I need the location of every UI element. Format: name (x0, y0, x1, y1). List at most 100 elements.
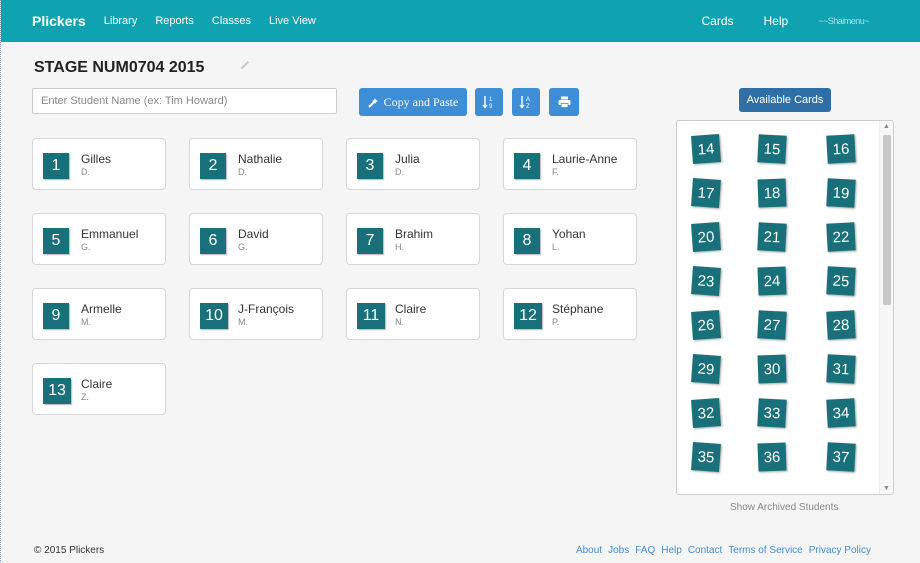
footer-link-jobs[interactable]: Jobs (608, 545, 629, 556)
student-last-initial: G. (238, 242, 248, 252)
available-card-tile[interactable]: 35 (691, 442, 721, 472)
student-first-name: Brahim (395, 227, 434, 241)
card-number-badge: 6 (200, 228, 226, 254)
student-first-name: J-François (238, 302, 295, 316)
student-card[interactable]: 9 Armelle M. (32, 288, 166, 340)
available-card-tile[interactable]: 37 (826, 442, 856, 472)
student-card[interactable]: 1 Gilles D. (32, 138, 166, 190)
available-card-tile[interactable]: 32 (691, 398, 721, 428)
available-card-tile[interactable]: 30 (757, 354, 787, 384)
student-first-name: Claire (395, 302, 427, 316)
sort-alpha-button[interactable]: A Z (512, 88, 540, 116)
available-card-tile[interactable]: 25 (826, 266, 856, 296)
student-first-name: Gilles (81, 152, 112, 166)
student-last-initial: Z. (81, 392, 89, 402)
nav-live-view[interactable]: Live View (269, 15, 316, 27)
available-card-tile[interactable]: 29 (691, 354, 721, 384)
footer-link-terms[interactable]: Terms of Service (728, 545, 802, 556)
student-last-initial: D. (81, 167, 90, 177)
card-number-badge: 12 (514, 303, 542, 329)
student-last-initial: D. (238, 167, 247, 177)
student-first-name: Emmanuel (81, 227, 139, 241)
card-number-badge: 5 (43, 228, 69, 254)
footer-link-privacy[interactable]: Privacy Policy (809, 545, 871, 556)
card-number-badge: 9 (43, 303, 69, 329)
card-number-badge: 10 (200, 303, 228, 329)
card-number-badge: 3 (357, 153, 383, 179)
student-first-name: Laurie-Anne (552, 152, 618, 166)
copy-paste-label: Copy and Paste (383, 94, 459, 109)
available-card-tile[interactable]: 15 (757, 134, 787, 164)
available-card-tile[interactable]: 28 (826, 310, 856, 340)
available-card-tile[interactable]: 24 (757, 266, 787, 296)
scroll-thumb[interactable] (883, 135, 891, 305)
available-card-tile[interactable]: 33 (757, 398, 787, 428)
footer-link-about[interactable]: About (576, 545, 602, 556)
student-card[interactable]: 10 J-François M. (189, 288, 323, 340)
student-first-name: Yohan (552, 227, 586, 241)
available-cards-button[interactable]: Available Cards (739, 88, 831, 112)
student-first-name: Nathalie (238, 152, 283, 166)
student-name-input[interactable] (32, 88, 337, 114)
nav-library[interactable]: Library (104, 15, 138, 27)
available-card-tile[interactable]: 23 (691, 266, 721, 296)
brand-logo[interactable]: Plickers (32, 13, 86, 29)
footer-link-faq[interactable]: FAQ (635, 545, 655, 556)
student-last-initial: P. (552, 317, 560, 327)
card-number-badge: 13 (43, 378, 71, 404)
student-card[interactable]: 8 Yohan L. (503, 213, 637, 265)
student-first-name: Stéphane (552, 302, 604, 316)
student-first-name: Julia (395, 152, 420, 166)
top-navbar: Plickers Library Reports Classes Live Vi… (1, 0, 920, 42)
available-card-tile[interactable]: 34 (826, 398, 856, 428)
student-last-initial: G. (81, 242, 91, 252)
available-card-tile[interactable]: 16 (826, 134, 856, 164)
available-card-tile[interactable]: 20 (691, 222, 721, 252)
footer-link-contact[interactable]: Contact (688, 545, 722, 556)
available-card-tile[interactable]: 22 (826, 222, 856, 252)
student-card[interactable]: 13 Claire Z. (32, 363, 166, 415)
student-card[interactable]: 7 Brahim H. (346, 213, 480, 265)
student-card[interactable]: 5 Emmanuel G. (32, 213, 166, 265)
available-cards-panel: 14 15 16 17 18 19 20 21 22 23 24 25 26 27 28 29 30 31 32 33… (676, 120, 894, 495)
user-menu[interactable]: ~~Shaimenu~ (818, 16, 869, 26)
card-number-badge: 11 (357, 303, 385, 329)
student-card[interactable]: 11 Claire N. (346, 288, 480, 340)
student-last-initial: H. (395, 242, 404, 252)
panel-scrollbar[interactable]: ▲ ▼ (879, 121, 893, 494)
scroll-up-icon[interactable]: ▲ (883, 123, 890, 130)
available-card-tile[interactable]: 18 (757, 178, 787, 208)
copy-paste-button[interactable]: Copy and Paste (359, 88, 467, 116)
card-number-badge: 8 (514, 228, 540, 254)
available-card-tile[interactable]: 17 (691, 178, 721, 208)
student-card[interactable]: 3 Julia D. (346, 138, 480, 190)
available-card-tile[interactable]: 14 (691, 134, 721, 164)
nav-classes[interactable]: Classes (212, 15, 251, 27)
available-card-tile[interactable]: 27 (757, 310, 787, 340)
student-card[interactable]: 12 Stéphane P. (503, 288, 637, 340)
student-card[interactable]: 6 David G. (189, 213, 323, 265)
print-button[interactable] (549, 88, 579, 116)
nav-help[interactable]: Help (764, 14, 789, 28)
sort-numeric-button[interactable]: 1 9 (475, 88, 503, 116)
available-card-tile[interactable]: 21 (757, 222, 787, 252)
copyright-text: © 2015 Plickers (34, 545, 105, 556)
student-card[interactable]: 2 Nathalie D. (189, 138, 323, 190)
card-number-badge: 4 (514, 153, 540, 179)
pencil-icon[interactable] (239, 59, 251, 71)
class-title: STAGE NUM0704 2015 (34, 59, 205, 76)
nav-cards[interactable]: Cards (702, 14, 734, 28)
show-archived-link[interactable]: Show Archived Students (730, 502, 838, 513)
available-card-tile[interactable]: 31 (826, 354, 856, 384)
available-card-tile[interactable]: 26 (691, 310, 721, 340)
available-card-tile[interactable]: 19 (826, 178, 856, 208)
svg-text:A: A (526, 97, 530, 103)
student-first-name: Armelle (81, 302, 122, 316)
available-card-tile[interactable]: 36 (757, 442, 787, 472)
svg-text:Z: Z (526, 104, 530, 109)
student-last-initial: L. (552, 242, 560, 252)
scroll-down-icon[interactable]: ▼ (883, 485, 890, 492)
nav-reports[interactable]: Reports (155, 15, 194, 27)
footer-link-help[interactable]: Help (661, 545, 682, 556)
student-card[interactable]: 4 Laurie-Anne F. (503, 138, 637, 190)
